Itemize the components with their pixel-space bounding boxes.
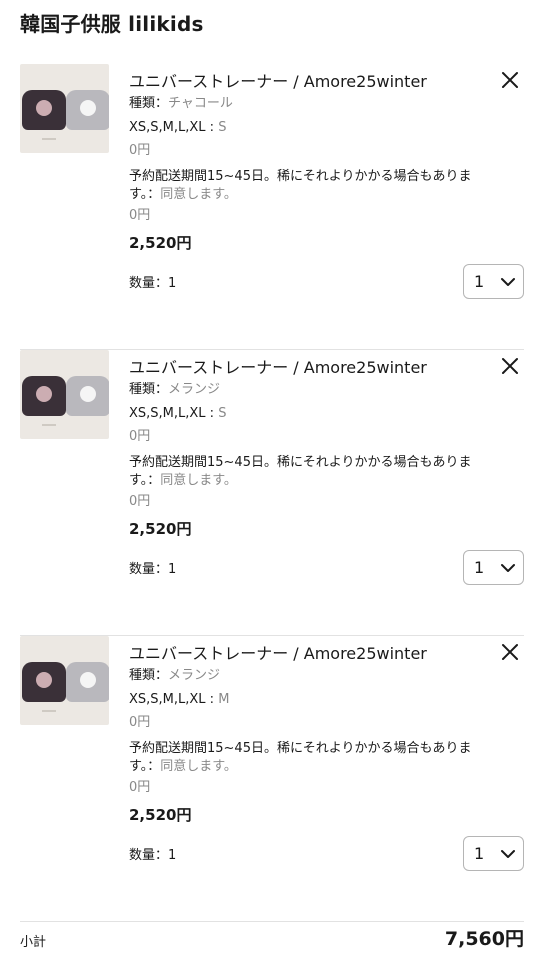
note-option-price: 0円 — [129, 494, 151, 509]
variant-option: 種類：メランジ — [129, 664, 220, 683]
delivery-note: 予約配送期間15~45日。稀にそれよりかかる場合もあります。：同意します。 — [129, 740, 501, 776]
cart-item: ユニバーストレーナー / Amore25winter 種類：メランジ XS,S,… — [0, 350, 544, 636]
variant-value: チャコール — [168, 96, 233, 111]
variant-value: メランジ — [168, 382, 221, 397]
quantity-select[interactable]: 1 — [463, 836, 524, 871]
size-label: XS,S,M,L,XL : — [129, 692, 219, 707]
product-thumbnail[interactable] — [20, 636, 109, 725]
size-option: XS,S,M,L,XL : M — [129, 692, 229, 707]
chevron-down-icon — [501, 564, 515, 572]
size-option: XS,S,M,L,XL : S — [129, 406, 226, 421]
note-value: 同意します。 — [160, 187, 237, 202]
size-value: M — [218, 692, 230, 707]
product-name[interactable]: ユニバーストレーナー / Amore25winter — [129, 68, 427, 92]
note-value: 同意します。 — [160, 473, 237, 488]
quantity-label: 数量：1 — [129, 276, 177, 291]
chevron-down-icon — [501, 850, 515, 858]
item-price: 2,520円 — [129, 234, 192, 252]
note-value: 同意します。 — [160, 759, 237, 774]
delivery-note: 予約配送期間15~45日。稀にそれよりかかる場合もあります。：同意します。 — [129, 454, 501, 490]
size-label: XS,S,M,L,XL : — [129, 120, 219, 135]
cart-item: ユニバーストレーナー / Amore25winter 種類：メランジ XS,S,… — [0, 636, 544, 922]
size-option-price: 0円 — [129, 429, 151, 444]
shop-title: 韓国子供服 lilikids — [20, 12, 204, 36]
note-option-price: 0円 — [129, 780, 151, 795]
remove-item-button[interactable] — [498, 640, 522, 664]
variant-option: 種類：メランジ — [129, 378, 220, 397]
quantity-select[interactable]: 1 — [463, 550, 524, 585]
product-thumbnail[interactable] — [20, 350, 109, 439]
size-value: S — [218, 406, 227, 421]
product-thumbnail[interactable] — [20, 64, 109, 153]
close-icon — [502, 72, 518, 88]
quantity-label: 数量：1 — [129, 562, 177, 577]
variant-option: 種類：チャコール — [129, 92, 233, 111]
close-icon — [502, 358, 518, 374]
remove-item-button[interactable] — [498, 354, 522, 378]
quantity-label: 数量：1 — [129, 848, 177, 863]
subtotal-value: 7,560円 — [444, 928, 524, 950]
size-option-price: 0円 — [129, 715, 151, 730]
variant-label: 種類： — [129, 382, 169, 397]
subtotal-label: 小計 — [20, 935, 47, 950]
close-icon — [502, 644, 518, 660]
quantity-value: 1 — [474, 272, 485, 291]
variant-label: 種類： — [129, 668, 169, 683]
subtotal-row: 小計 7,560円 — [20, 922, 524, 952]
cart-item: ユニバーストレーナー / Amore25winter 種類：チャコール XS,S… — [0, 64, 544, 350]
quantity-value: 1 — [474, 558, 485, 577]
quantity-value: 1 — [474, 844, 485, 863]
size-option: XS,S,M,L,XL : S — [129, 120, 226, 135]
chevron-down-icon — [501, 278, 515, 286]
variant-value: メランジ — [168, 668, 221, 683]
product-name[interactable]: ユニバーストレーナー / Amore25winter — [129, 354, 427, 378]
delivery-note: 予約配送期間15~45日。稀にそれよりかかる場合もあります。：同意します。 — [129, 168, 501, 204]
variant-label: 種類： — [129, 96, 169, 111]
size-option-price: 0円 — [129, 143, 151, 158]
item-price: 2,520円 — [129, 806, 192, 824]
item-price: 2,520円 — [129, 520, 192, 538]
quantity-select[interactable]: 1 — [463, 264, 524, 299]
note-option-price: 0円 — [129, 208, 151, 223]
product-name[interactable]: ユニバーストレーナー / Amore25winter — [129, 640, 427, 664]
remove-item-button[interactable] — [498, 68, 522, 92]
size-label: XS,S,M,L,XL : — [129, 406, 219, 421]
size-value: S — [218, 120, 227, 135]
